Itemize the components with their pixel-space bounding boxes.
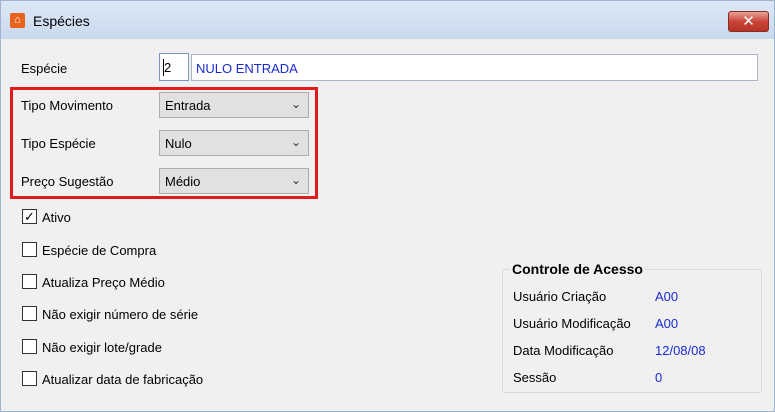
preco-sugestao-label: Preço Sugestão <box>21 174 114 189</box>
usuario-modificacao-label: Usuário Modificação <box>513 316 631 331</box>
ativo-checkbox[interactable]: ✓ <box>22 209 37 224</box>
tipo-movimento-select[interactable]: Entrada ⌄ <box>159 92 309 118</box>
atualizar-data-fabricacao-label: Atualizar data de fabricação <box>42 372 204 387</box>
usuario-criacao-label: Usuário Criação <box>513 289 607 304</box>
atualiza-preco-medio-label: Atualiza Preço Médio <box>42 275 165 290</box>
tipo-especie-value: Nulo <box>165 136 192 151</box>
nao-exigir-serie-label: Não exigir número de série <box>42 307 199 322</box>
controle-acesso-title: Controle de Acesso <box>510 261 645 277</box>
atualiza-preco-medio-checkbox[interactable] <box>22 274 37 289</box>
app-icon: ⌂ <box>10 13 25 28</box>
close-button[interactable]: ✕ <box>728 11 769 32</box>
usuario-modificacao-value: A00 <box>655 316 679 331</box>
title-bar[interactable]: ⌂ Espécies ✕ <box>1 1 774 39</box>
especie-description-input[interactable]: NULO ENTRADA <box>191 54 758 81</box>
especie-compra-checkbox[interactable] <box>22 242 37 257</box>
atualizar-data-fabricacao-checkbox[interactable] <box>22 371 37 386</box>
tipo-movimento-label: Tipo Movimento <box>21 98 113 113</box>
chevron-down-icon: ⌄ <box>290 173 301 187</box>
check-icon: ✓ <box>24 209 35 224</box>
sessao-label: Sessão <box>513 370 557 385</box>
data-modificacao-label: Data Modificação <box>513 343 614 358</box>
tipo-especie-select[interactable]: Nulo ⌄ <box>159 130 309 156</box>
nao-exigir-serie-checkbox[interactable] <box>22 306 37 321</box>
nao-exigir-lote-label: Não exigir lote/grade <box>42 340 162 355</box>
tipo-especie-label: Tipo Espécie <box>21 136 96 151</box>
ativo-label: Ativo <box>42 210 71 225</box>
preco-sugestao-value: Médio <box>165 174 201 189</box>
usuario-criacao-value: A00 <box>655 289 679 304</box>
sessao-value: 0 <box>655 370 663 385</box>
chevron-down-icon: ⌄ <box>290 135 301 149</box>
chevron-down-icon: ⌄ <box>290 97 301 111</box>
especie-compra-label: Espécie de Compra <box>42 243 157 258</box>
tipo-movimento-value: Entrada <box>165 98 211 113</box>
text-caret <box>163 59 164 76</box>
window-title: Espécies <box>33 13 90 29</box>
preco-sugestao-select[interactable]: Médio ⌄ <box>159 168 309 194</box>
nao-exigir-lote-checkbox[interactable] <box>22 339 37 354</box>
data-modificacao-value: 12/08/08 <box>655 343 706 358</box>
especie-label: Espécie <box>21 61 68 76</box>
